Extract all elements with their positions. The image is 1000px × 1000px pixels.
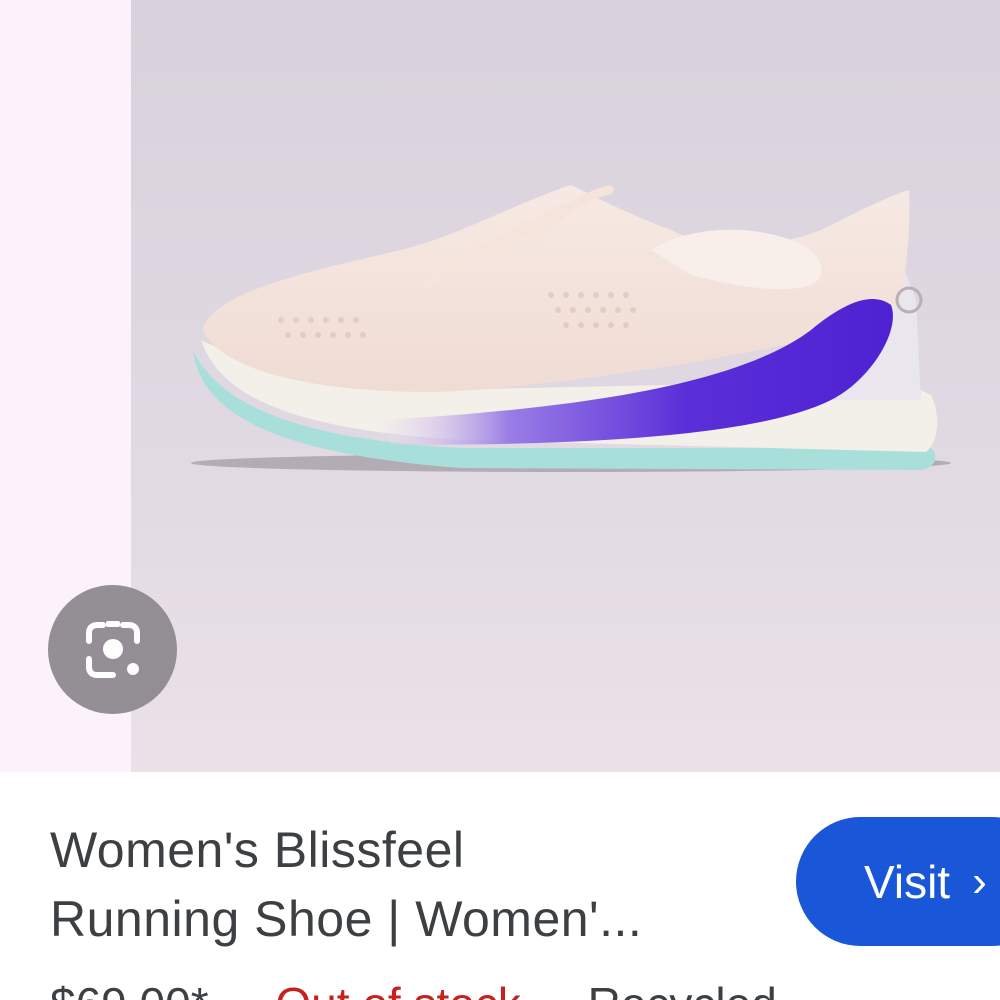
visit-button-label: Visit — [864, 855, 951, 908]
product-title[interactable]: Women's Blissfeel Running Shoe | Women'.… — [50, 816, 750, 954]
product-title-line2[interactable]: Running Shoe | Women'... — [50, 885, 750, 954]
google-lens-icon — [85, 620, 140, 678]
material-note: Recycled... — [588, 978, 816, 1000]
product-title-line1[interactable]: Women's Blissfeel — [50, 816, 750, 885]
product-image[interactable] — [131, 0, 1000, 772]
meta-row: $69.00* Out of stock Recycled... — [50, 977, 1000, 1000]
chevron-right-icon: › — [972, 856, 987, 906]
visit-button[interactable]: Visit › — [796, 817, 1000, 946]
price: $69.00* — [50, 978, 209, 1000]
running-shoe-illustration — [191, 185, 951, 472]
stock-status: Out of stock — [275, 978, 520, 1000]
google-lens-button[interactable] — [48, 585, 177, 714]
result-info-card: Women's Blissfeel Running Shoe | Women'.… — [0, 772, 1000, 1000]
